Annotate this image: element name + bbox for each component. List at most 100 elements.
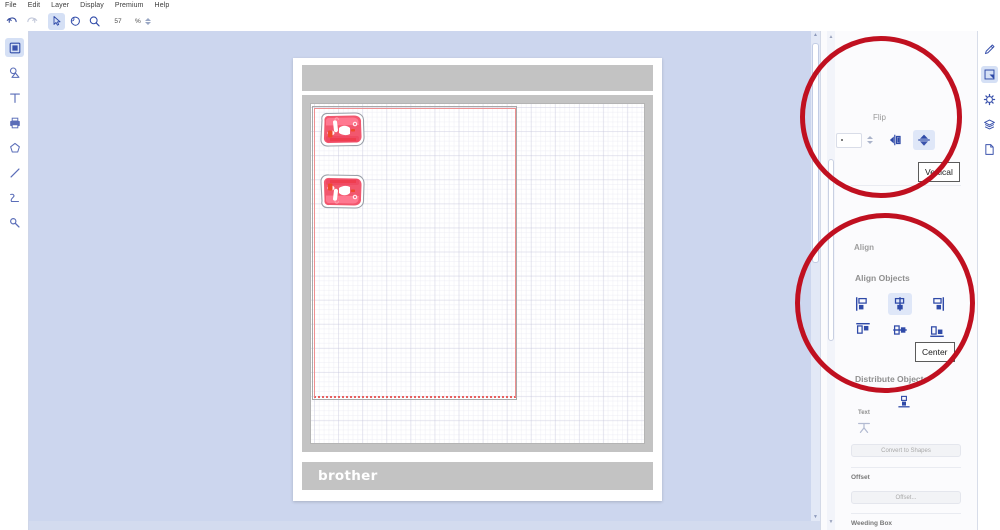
menu-premium[interactable]: Premium xyxy=(115,0,144,11)
redo-button[interactable] xyxy=(23,13,40,30)
tool-select-objects[interactable] xyxy=(0,35,29,60)
menu-help[interactable]: Help xyxy=(155,0,170,11)
rotation-stepper-up-icon[interactable] xyxy=(867,136,873,139)
offset-section-label: Offset xyxy=(851,474,870,481)
far-right-rail xyxy=(977,31,1000,530)
flip-vertical-button[interactable] xyxy=(913,130,935,150)
tool-print[interactable] xyxy=(0,110,29,135)
flip-horizontal-button[interactable] xyxy=(885,130,907,150)
distribute-objects-label: Distribute Objects xyxy=(855,374,929,384)
menu-edit[interactable]: Edit xyxy=(28,0,40,11)
rhinestone-icon xyxy=(9,217,20,228)
tool-rhinestone[interactable] xyxy=(0,210,29,235)
zoom-stepper-up-icon[interactable] xyxy=(145,17,152,21)
layers-stack-icon xyxy=(984,119,995,130)
align-right-button[interactable] xyxy=(925,293,949,315)
panel-scroll-down-arrow[interactable]: ▼ xyxy=(828,518,834,526)
sewing-machine-shape-1[interactable] xyxy=(316,110,367,156)
flip-vertical-icon xyxy=(918,134,930,146)
freehand-draw-icon xyxy=(9,193,19,202)
align-objects-buttons xyxy=(851,293,976,345)
flip-horizontal-icon xyxy=(889,134,901,146)
convert-to-shapes-button[interactable]: Convert to Shapes xyxy=(851,444,961,457)
distribute-buttons-row xyxy=(892,391,916,413)
align-center-icon xyxy=(894,297,905,311)
menu-display[interactable]: Display xyxy=(80,0,104,11)
zoom-tool-button[interactable] xyxy=(86,13,103,30)
mat-grid-surface[interactable] xyxy=(310,103,645,444)
align-right-icon xyxy=(933,297,945,311)
canvas-work-area[interactable]: brother ▲ ▼ xyxy=(29,31,820,530)
layers-square-icon xyxy=(9,42,20,53)
menu-file[interactable]: File xyxy=(5,0,17,11)
panel-scroll-up-arrow[interactable]: ▲ xyxy=(828,33,834,41)
gear-shape-icon xyxy=(983,93,996,106)
panel-shape-properties[interactable] xyxy=(978,87,1000,112)
align-top-button[interactable] xyxy=(851,319,875,341)
panel-content: Flip Vertical Align Align Objects Center… xyxy=(836,31,978,530)
zoom-stepper[interactable] xyxy=(145,15,152,28)
select-arrow-icon xyxy=(53,16,60,26)
pan-hand-icon xyxy=(70,16,80,26)
align-bottom-button[interactable] xyxy=(925,319,949,341)
mat-top-border xyxy=(302,65,653,91)
panel-divider-3 xyxy=(851,513,961,514)
align-top-icon xyxy=(856,322,870,334)
toolbar: 57 % xyxy=(0,11,1000,31)
align-left-button[interactable] xyxy=(851,293,875,315)
canvas-scroll-down-arrow[interactable]: ▼ xyxy=(812,513,819,520)
distribute-horizontal-button[interactable] xyxy=(892,391,916,413)
canvas-vertical-scrollbar[interactable]: ▲ ▼ xyxy=(811,31,820,530)
align-middle-button[interactable] xyxy=(888,319,912,341)
properties-panel: ▲ ▼ Flip Vertical Align Align Objects Ce… xyxy=(820,31,977,530)
rotation-stepper-down-icon[interactable] xyxy=(867,141,873,144)
align-center-tooltip: Center xyxy=(915,342,955,362)
tool-basic-shape[interactable] xyxy=(0,135,29,160)
tool-pattern[interactable] xyxy=(0,60,29,85)
weeding-box-section-label: Weeding Box xyxy=(851,520,893,527)
tool-draw[interactable] xyxy=(0,185,29,210)
panel-object-properties[interactable] xyxy=(978,62,1000,87)
canvas-scroll-thumb[interactable] xyxy=(812,43,819,263)
pattern-shape-icon xyxy=(9,66,19,78)
undo-icon xyxy=(6,16,17,23)
menu-layer[interactable]: Layer xyxy=(51,0,69,11)
panel-scroll-thumb[interactable] xyxy=(828,159,834,341)
tool-text[interactable] xyxy=(0,85,29,110)
rotation-stepper[interactable] xyxy=(867,136,873,144)
panel-layers[interactable] xyxy=(978,112,1000,137)
align-row-vertical xyxy=(851,319,976,341)
align-bottom-icon xyxy=(930,326,944,338)
offset-button[interactable]: Offset... xyxy=(851,491,961,504)
pan-tool-button[interactable] xyxy=(67,13,84,30)
panel-divider-2 xyxy=(851,467,961,468)
panel-vertical-scrollbar[interactable]: ▲ ▼ xyxy=(827,31,835,530)
align-section-title: Align xyxy=(854,243,874,252)
select-tool-button[interactable] xyxy=(48,12,65,30)
redo-icon xyxy=(27,16,38,23)
align-left-icon xyxy=(855,297,867,311)
tool-line[interactable] xyxy=(0,160,29,185)
canvas-scroll-up-arrow[interactable]: ▲ xyxy=(812,31,819,38)
text-section-icon-wrap xyxy=(856,419,872,440)
sewing-machine-shape-2[interactable] xyxy=(316,170,367,216)
canvas-horizontal-scrollbar[interactable] xyxy=(29,521,820,530)
zoom-stepper-down-icon[interactable] xyxy=(145,21,152,25)
cutting-mat-sheet[interactable]: brother xyxy=(293,58,662,501)
left-tool-rail xyxy=(0,31,29,530)
text-t-icon xyxy=(9,92,20,103)
mat-footer: brother xyxy=(302,462,653,490)
rotation-angle-field[interactable] xyxy=(836,132,862,148)
align-row-horizontal xyxy=(851,293,976,315)
line-icon xyxy=(9,167,20,178)
zoom-value[interactable]: 57 xyxy=(111,18,125,25)
undo-button[interactable] xyxy=(4,13,21,30)
align-objects-label: Align Objects xyxy=(855,273,910,283)
pentagon-shape-icon xyxy=(9,142,20,153)
panel-mat-page[interactable] xyxy=(978,137,1000,162)
panel-divider-1 xyxy=(851,185,961,186)
align-center-button[interactable] xyxy=(888,293,912,315)
canvasworkspace-app: File Edit Layer Display Premium Help 57 … xyxy=(0,0,1000,530)
panel-cut-draw-settings[interactable] xyxy=(978,37,1000,62)
rotation-value-dot xyxy=(841,139,843,141)
